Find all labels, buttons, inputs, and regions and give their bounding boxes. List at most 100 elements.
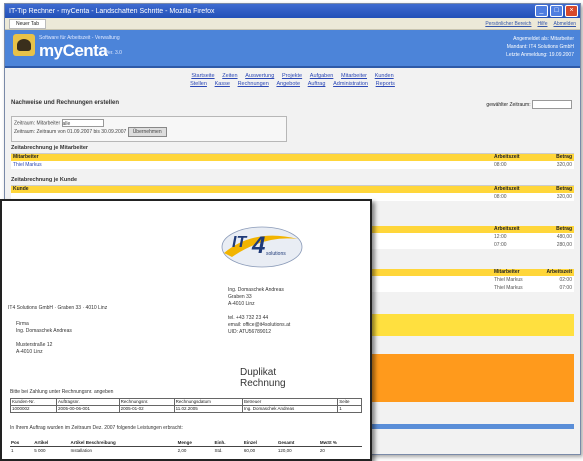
cell: Installation	[70, 448, 93, 453]
nav-link[interactable]: Zeiten	[222, 73, 237, 79]
cell: 60,00	[243, 448, 256, 453]
col-header: Arbeitszeit	[494, 226, 520, 232]
cell: Thiel Markus	[494, 285, 523, 291]
col-header: Menge	[176, 439, 214, 447]
sender-line: email: office@it4solutions.at	[228, 322, 291, 328]
nav-link[interactable]: Projekte	[282, 73, 302, 79]
nav-link[interactable]: Reports	[376, 81, 395, 87]
table-row[interactable]: Thiel Markus 08:00 320,00	[11, 161, 574, 169]
cell: 2005-00-06-001	[56, 405, 120, 413]
recipient-line: Firma	[16, 321, 29, 327]
toolbar-link[interactable]: Persönlicher Bereich	[485, 21, 531, 27]
minimize-icon[interactable]: _	[535, 5, 548, 17]
filter-employee-label: Zeitraum: Mitarbeiter	[14, 120, 61, 127]
recipient-line: A-4010 Linz	[16, 349, 43, 355]
nav-link[interactable]: Kunden	[375, 73, 394, 79]
col-header: Mitarbeiter	[494, 269, 520, 275]
cell: 08:00	[494, 194, 507, 200]
window-titlebar: IT-Tip Rechner - myCenta - Landschaften …	[5, 4, 580, 18]
section-customer: Zeitabrechnung je Kunde Kunde Arbeitszei…	[11, 176, 574, 201]
cell: Thiel Markus	[494, 277, 523, 283]
cell: 5 000	[34, 448, 46, 453]
nav-link[interactable]: Kasse	[215, 81, 230, 87]
table-row: 1 5 000 Installation 2,00 Std. 60,00 120…	[10, 447, 362, 455]
col-header: Einzel	[242, 439, 277, 447]
payment-note: Bitte bei Zahlung unter Rechnungsnr. ang…	[10, 389, 114, 395]
invoice-title-line: Rechnung	[240, 378, 286, 389]
svg-text:IT: IT	[232, 234, 247, 251]
sender-line: tel. +43 732 23 44	[228, 315, 269, 321]
cell: Seite	[337, 398, 362, 406]
cell: Rechnungsnr.	[118, 398, 175, 406]
table-header: Mitarbeiter Arbeitszeit Betrag	[11, 154, 574, 161]
sender-line: Ing. Domaschek Andreas	[228, 287, 284, 293]
toolbar-link[interactable]: Abmelden	[553, 21, 576, 27]
cell: 320,00	[556, 162, 572, 168]
toolbar-link[interactable]: Hilfe	[537, 21, 547, 27]
window-title: IT-Tip Rechner - myCenta - Landschaften …	[9, 7, 215, 15]
col-header: Einh.	[213, 439, 243, 447]
col-header: Kunde	[13, 186, 29, 192]
cell: 2005-01-02	[118, 405, 175, 413]
cell: Kunden-Nr.	[9, 398, 58, 406]
cell: 280,00	[556, 242, 572, 248]
cell: 320,00	[556, 194, 572, 200]
invoice-title-line: Duplikat	[240, 367, 277, 378]
table-header: Kunde Arbeitszeit Betrag	[11, 186, 574, 193]
nav-link[interactable]: Stellen	[190, 81, 207, 87]
filter-employee-select[interactable]: alle	[61, 119, 104, 127]
filter-period-value: von 01.09.2007 bis 30.09.2007	[57, 129, 127, 135]
cell: 1	[337, 405, 362, 413]
maximize-icon[interactable]: □	[550, 5, 563, 17]
period-select[interactable]: gewählter Zeitraum:	[486, 100, 572, 109]
col-header: Gesamt	[276, 439, 319, 447]
nav-link[interactable]: Startseite	[191, 73, 214, 79]
cell: Rechnungsdatum	[173, 398, 244, 406]
cell: Ing. Domaschek Andreas	[242, 405, 339, 413]
nav-link[interactable]: Rechnungen	[238, 81, 269, 87]
app-banner: Software für Arbeitszeit - Verwaltung my…	[5, 30, 580, 68]
sender-line: Graben 33	[228, 294, 252, 300]
main-nav: Startseite Zeiten Auswertung Projekte Au…	[5, 68, 580, 88]
user-info-line: Mandant: IT4 Solutions GmbH	[506, 44, 574, 50]
invoice-info-table: Kunden-Nr. Auftragsnr. Rechnungsnr. Rech…	[9, 398, 362, 413]
apply-button[interactable]: Übernehmen	[127, 127, 167, 137]
col-header: Betrag	[556, 226, 572, 232]
col-header: Betrag	[556, 186, 572, 192]
close-icon[interactable]: ×	[565, 5, 578, 17]
nav-link[interactable]: Auswertung	[245, 73, 274, 79]
brand-version: Ver. 3.0	[105, 50, 122, 56]
period-select-box[interactable]	[532, 100, 572, 109]
nav-link[interactable]: Auftrag	[308, 81, 326, 87]
browser-toolbar: Neuer Tab Persönlicher Bereich Hilfe Abm…	[5, 18, 580, 30]
cell: 07:00	[494, 242, 507, 248]
recipient-line: Ing. Domaschek Andreas	[16, 328, 72, 334]
user-info-line: Letzte Anmeldung: 19.09.2007	[506, 52, 574, 58]
nav-link[interactable]: Administration	[333, 81, 368, 87]
section-employee: Zeitabrechnung je Mitarbeiter Mitarbeite…	[11, 144, 574, 169]
nav-link[interactable]: Angebote	[276, 81, 300, 87]
user-info: Angemeldet als: Mitarbeiter Mandant: IT4…	[506, 35, 574, 59]
cell: 2,00	[177, 448, 187, 453]
svg-text:solutions: solutions	[266, 251, 286, 257]
svg-text:4: 4	[251, 232, 265, 259]
cell: Auftragsnr.	[56, 398, 120, 406]
col-header: Arbeitszeit	[494, 154, 520, 160]
cell: 120,00	[277, 448, 292, 453]
cell: 11.02.2005	[173, 405, 244, 413]
col-header: Artikel	[33, 439, 70, 447]
sender-line: UID: ATU56789012	[228, 329, 271, 335]
col-header: Arbeitszeit	[494, 186, 520, 192]
cell: Thiel Markus	[13, 162, 42, 168]
nav-link[interactable]: Aufgaben	[310, 73, 334, 79]
col-header: MwSt %	[318, 439, 362, 447]
cell: 20	[319, 448, 325, 453]
cell: 08:00	[494, 162, 507, 168]
nav-link[interactable]: Mitarbeiter	[341, 73, 367, 79]
invoice-document: IT 4 solutions IT4 Solutions GmbH · Grab…	[0, 199, 372, 461]
cell: Std.	[214, 448, 223, 453]
browser-tab[interactable]: Neuer Tab	[9, 18, 46, 29]
user-info-line: Angemeldet als: Mitarbeiter	[513, 36, 574, 42]
col-header: Arbeitszeit	[546, 269, 572, 275]
company-line: IT4 Solutions GmbH · Graben 33 · 4010 Li…	[8, 305, 108, 311]
